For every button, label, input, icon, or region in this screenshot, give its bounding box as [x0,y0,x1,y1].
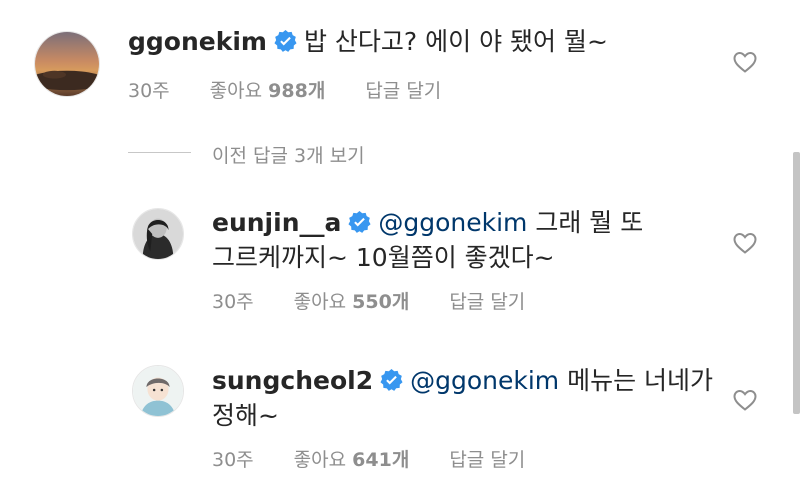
likes-count: 988개 [268,80,326,102]
reply-meta: 30주 좋아요 641개 답글 달기 [212,445,565,472]
comment-meta: 30주 좋아요 988개 답글 달기 [128,76,481,103]
avatar-sungcheol[interactable] [132,365,184,417]
comment-username[interactable]: ggonekim [128,27,267,56]
avatar-ggonekim[interactable] [34,31,100,97]
reply-time: 30주 [212,291,254,313]
reply-button[interactable]: 답글 달기 [365,80,441,102]
reply-likes[interactable]: 좋아요 641개 [294,449,410,471]
reply-text-continued: 정해~ [212,401,279,430]
comment-text: 밥 산다고? 에이 야 됐어 뭘~ [303,27,608,56]
reply-text-continued: 그르케까지~ 10월쯤이 좋겠다~ [212,243,555,272]
like-heart-icon[interactable] [733,51,757,73]
like-heart-icon[interactable] [733,389,757,411]
verified-icon [379,368,404,393]
reply-meta: 30주 좋아요 550개 답글 달기 [212,287,565,314]
replies-divider [128,152,191,153]
avatar-eunjin[interactable] [132,208,184,260]
reply-button[interactable]: 답글 달기 [449,291,525,313]
reply-button[interactable]: 답글 달기 [449,449,525,471]
likes-count: 641개 [352,449,410,471]
likes-count: 550개 [352,291,410,313]
scrollbar[interactable] [793,152,800,414]
verified-icon [347,210,372,235]
mention-link[interactable]: @ggonekim [378,208,527,237]
reply-likes[interactable]: 좋아요 550개 [294,291,410,313]
verified-icon [273,29,298,54]
portrait-avatar-image [133,209,183,259]
reply-username[interactable]: eunjin__a [212,208,341,237]
reply-text: 메뉴는 너네가 [567,366,714,395]
reply-time: 30주 [212,449,254,471]
illustrated-avatar-image [133,366,183,416]
reply-text: 그래 뭘 또 [535,208,644,237]
comment-likes[interactable]: 좋아요 988개 [210,80,326,102]
comment-time: 30주 [128,80,170,102]
like-heart-icon[interactable] [733,232,757,254]
mention-link[interactable]: @ggonekim [410,366,559,395]
reply-username[interactable]: sungcheol2 [212,366,373,395]
sunset-avatar-image [35,32,99,96]
view-previous-replies[interactable]: 이전 답글 3개 보기 [212,141,365,168]
